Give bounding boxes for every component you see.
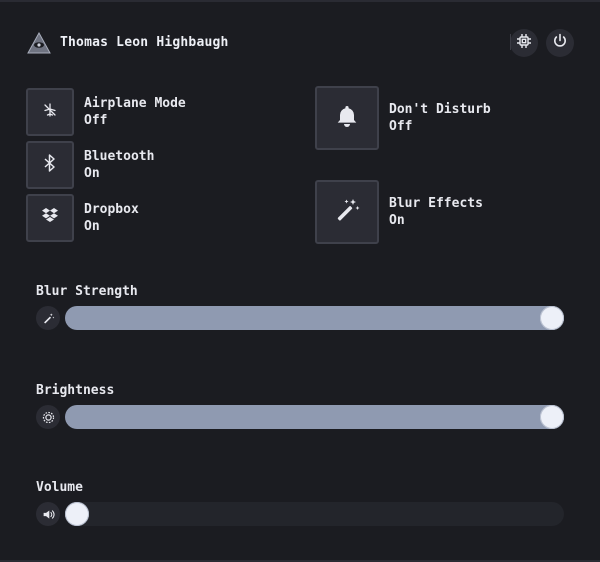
toggle-label: Bluetooth xyxy=(84,149,155,164)
cpu-button[interactable] xyxy=(510,29,538,57)
blur-effects-toggle-button[interactable] xyxy=(315,180,379,244)
power-icon xyxy=(552,33,568,53)
username: Thomas Leon Highbaugh xyxy=(60,35,229,50)
eye-pyramid-icon xyxy=(27,31,51,54)
toggle-label: Dropbox xyxy=(84,202,139,217)
magic-wand-icon xyxy=(36,306,60,330)
brightness-icon xyxy=(36,405,60,429)
dont-disturb-toggle-button[interactable] xyxy=(315,86,379,150)
toggle-label: Blur Effects xyxy=(389,196,483,211)
cpu-chip-icon xyxy=(516,33,532,53)
slider-handle[interactable] xyxy=(540,405,564,429)
airplane-icon xyxy=(42,102,58,122)
toggle-state: On xyxy=(84,166,100,181)
bluetooth-toggle-button[interactable] xyxy=(26,141,74,189)
slider-label: Brightness xyxy=(36,383,115,398)
toggle-label: Don't Disturb xyxy=(389,102,491,117)
header: Thomas Leon Highbaugh xyxy=(27,29,574,60)
airplane-toggle-button[interactable] xyxy=(26,88,74,136)
slider-handle[interactable] xyxy=(65,502,89,526)
slider-fill xyxy=(65,405,564,429)
toggle-state: Off xyxy=(389,119,413,134)
slider-fill xyxy=(65,306,564,330)
toggle-state: Off xyxy=(84,113,108,128)
toggle-state: On xyxy=(389,213,405,228)
header-divider xyxy=(510,34,511,50)
slider-track[interactable] xyxy=(65,405,564,429)
bluetooth-icon xyxy=(43,154,57,176)
volume-icon xyxy=(36,502,60,526)
control-center-panel: Thomas Leon Highbaugh Airplane Mode Off … xyxy=(0,0,600,562)
toggle-state: On xyxy=(84,219,100,234)
magic-wand-icon xyxy=(333,196,361,228)
slider-label: Volume xyxy=(36,480,83,495)
slider-handle[interactable] xyxy=(540,306,564,330)
bell-icon xyxy=(334,103,360,133)
power-button[interactable] xyxy=(546,29,574,57)
slider-track[interactable] xyxy=(65,306,564,330)
dropbox-toggle-button[interactable] xyxy=(26,194,74,242)
toggle-label: Airplane Mode xyxy=(84,96,186,111)
slider-track[interactable] xyxy=(65,502,564,526)
slider-label: Blur Strength xyxy=(36,284,138,299)
dropbox-icon xyxy=(41,208,59,228)
